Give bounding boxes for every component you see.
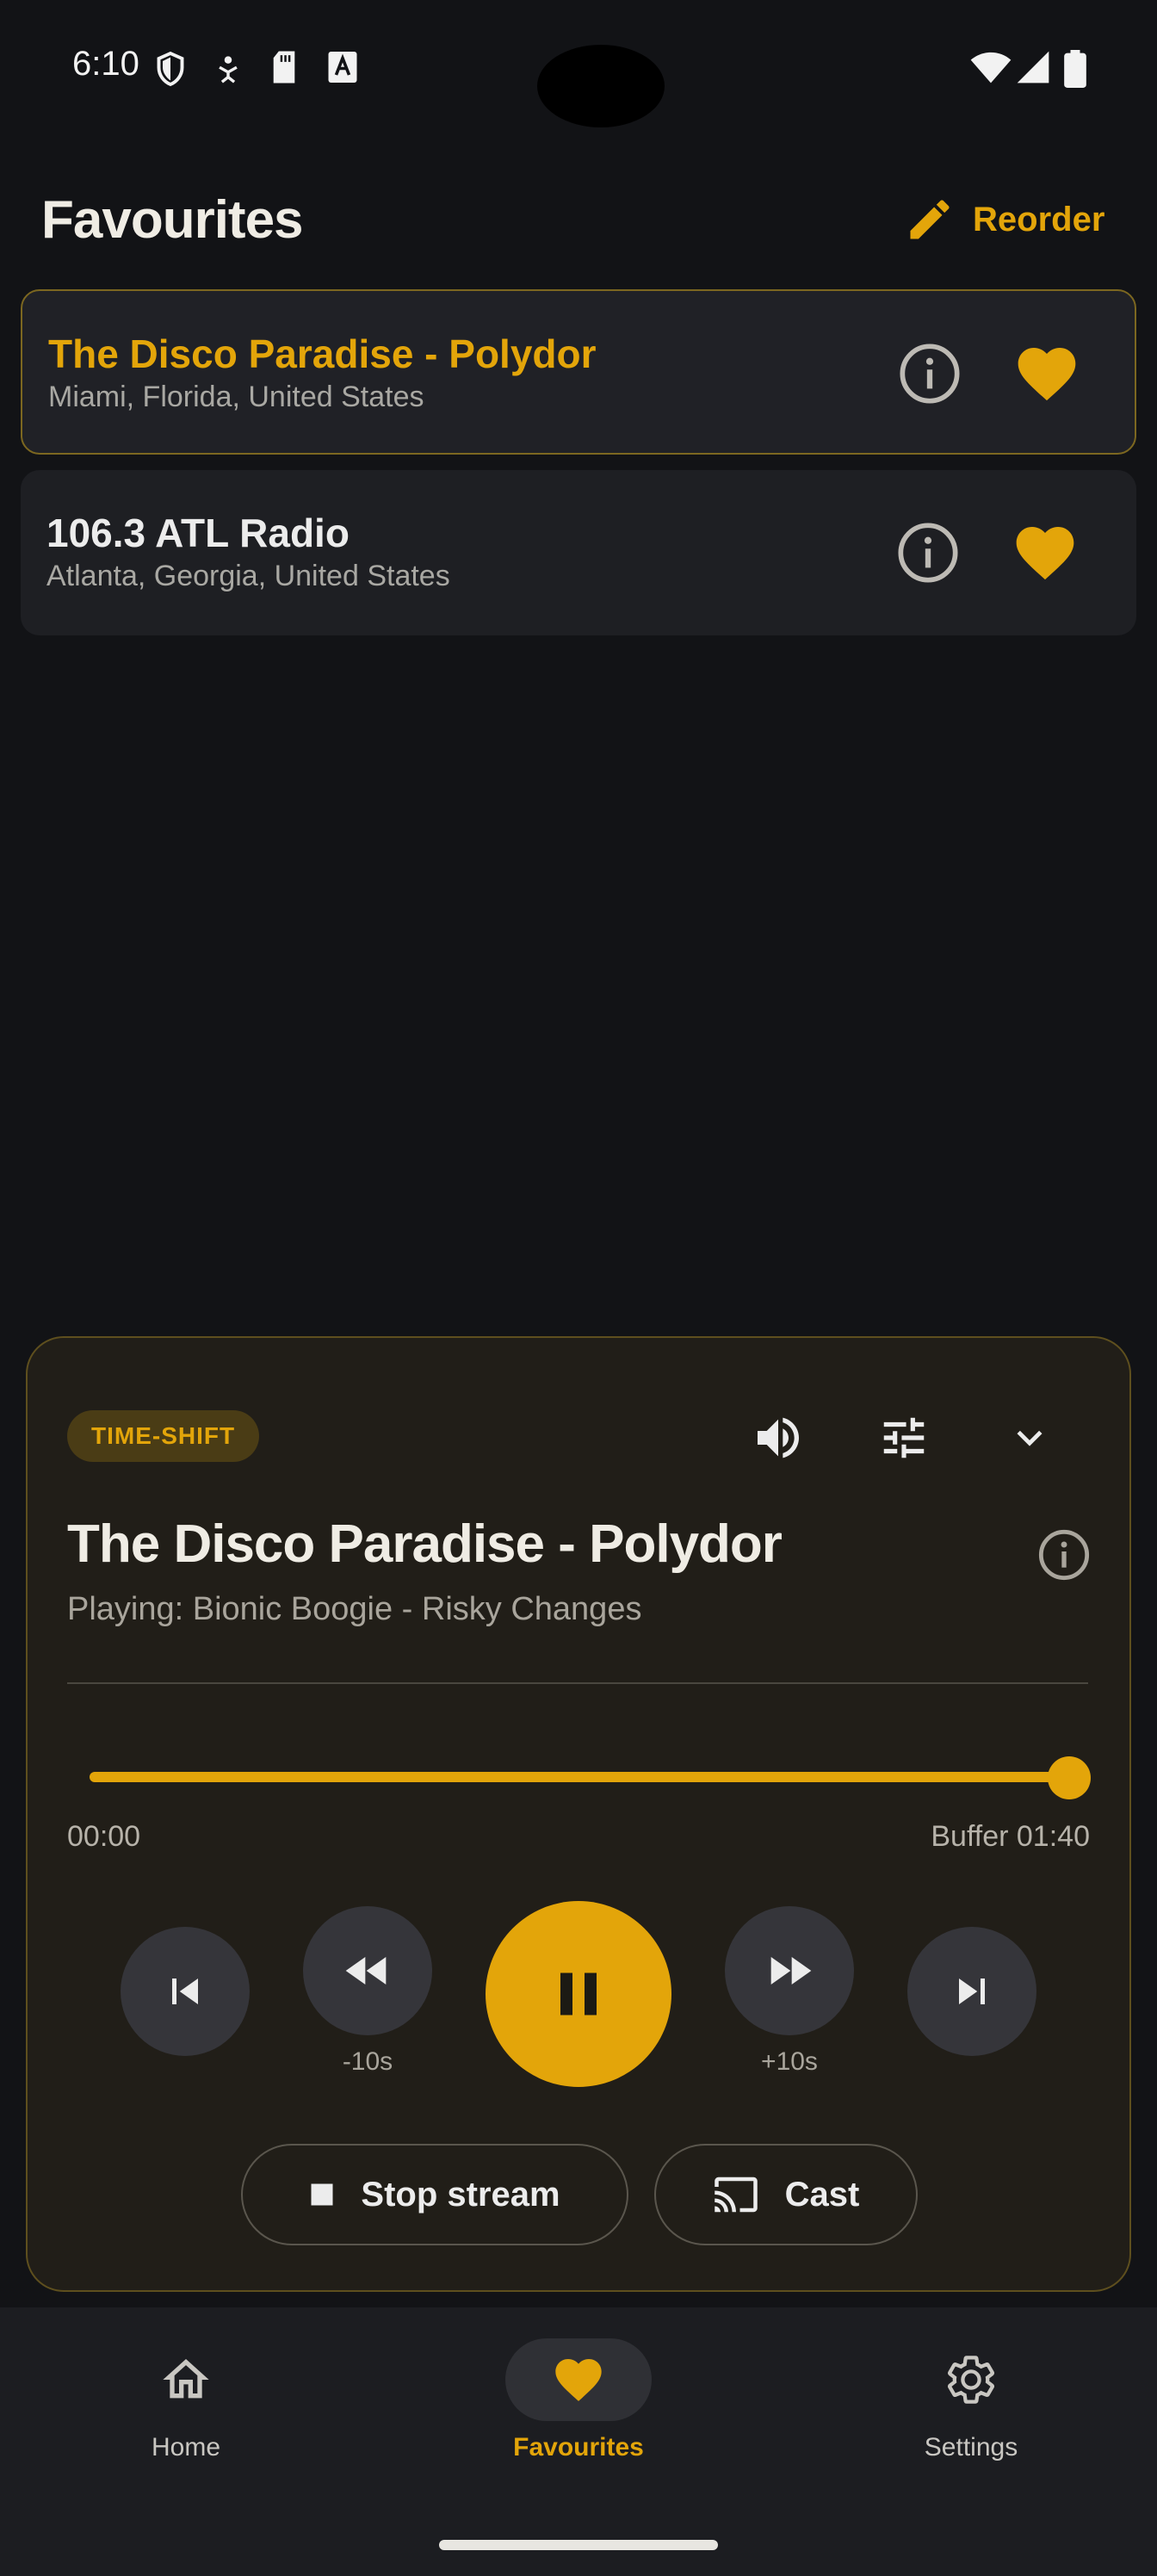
time-shift-badge: TIME-SHIFT (67, 1410, 260, 1462)
rewind-button[interactable] (303, 1906, 432, 2035)
divider (67, 1682, 1088, 1684)
seek-bar[interactable] (90, 1772, 1069, 1782)
station-name: The Disco Paradise - Polydor (48, 331, 597, 376)
a-badge-icon (328, 52, 357, 83)
nav-pill (898, 2338, 1044, 2421)
cast-label: Cast (784, 2175, 860, 2214)
bottom-navigation: Home Favourites Settings (0, 2307, 1157, 2576)
nav-item-favourites[interactable]: Favourites (449, 2338, 708, 2462)
stop-stream-button[interactable]: Stop stream (241, 2144, 628, 2245)
player-panel: TIME-SHIFT The Disco Paradise - Polydor … (26, 1336, 1131, 2292)
forward-button[interactable] (725, 1906, 854, 2035)
signal-icon (1017, 51, 1049, 84)
player-station-title: The Disco Paradise - Polydor (67, 1514, 783, 1574)
seek-thumb[interactable] (1048, 1756, 1091, 1799)
reorder-button[interactable]: Reorder (904, 189, 1104, 250)
stop-icon (311, 2183, 333, 2206)
heart-icon (555, 2359, 602, 2401)
page-title: Favourites (41, 190, 304, 250)
station-card[interactable]: The Disco Paradise - Polydor Miami, Flor… (21, 289, 1136, 455)
cast-button[interactable]: Cast (654, 2144, 918, 2245)
nav-item-home[interactable]: Home (57, 2338, 315, 2462)
status-time: 6:10 (72, 45, 139, 83)
next-button[interactable] (907, 1927, 1036, 2056)
skip-next-icon (959, 1978, 985, 2004)
pause-button[interactable] (486, 1901, 671, 2087)
nav-pill (113, 2338, 259, 2421)
equalizer-icon (883, 1417, 925, 1458)
equalizer-button[interactable] (869, 1403, 938, 1472)
reorder-label: Reorder (973, 200, 1105, 238)
rewind-icon (345, 1957, 387, 1985)
chevron-down-icon (1017, 1430, 1043, 1446)
battery-icon (1064, 50, 1086, 88)
heart-icon[interactable] (1011, 518, 1080, 587)
nav-label-favourites: Favourites (513, 2433, 644, 2461)
info-icon[interactable] (895, 520, 961, 585)
home-indicator[interactable] (439, 2540, 718, 2550)
now-playing-text: Playing: Bionic Boogie - Risky Changes (67, 1591, 642, 1627)
shield-icon (157, 51, 184, 87)
fast-forward-icon (770, 1957, 812, 1985)
nav-label-home: Home (151, 2433, 221, 2461)
stop-stream-label: Stop stream (361, 2175, 560, 2214)
volume-button[interactable] (744, 1403, 813, 1472)
rewind-label: -10s (342, 2047, 393, 2076)
gear-icon (947, 2356, 995, 2404)
accessibility-icon (219, 56, 238, 84)
station-card[interactable]: 106.3 ATL Radio Atlanta, Georgia, United… (21, 470, 1136, 635)
wifi-icon (970, 52, 1012, 84)
nav-label-settings: Settings (924, 2433, 1018, 2461)
pause-icon (560, 1972, 597, 2016)
station-name: 106.3 ATL Radio (46, 511, 350, 555)
station-location: Miami, Florida, United States (48, 381, 424, 413)
sd-card-icon (273, 51, 295, 84)
previous-button[interactable] (121, 1927, 250, 2056)
nav-item-settings[interactable]: Settings (842, 2338, 1100, 2462)
home-icon (163, 2359, 209, 2399)
forward-label: +10s (761, 2047, 818, 2076)
front-camera (537, 45, 665, 127)
collapse-button[interactable] (995, 1403, 1064, 1472)
status-bar: 6:10 (0, 0, 1157, 138)
volume-icon (758, 1417, 799, 1458)
nav-pill (505, 2338, 652, 2421)
pencil-icon (910, 200, 950, 239)
skip-previous-icon (172, 1978, 198, 2004)
heart-icon[interactable] (1012, 339, 1081, 408)
cast-icon (714, 2177, 758, 2213)
info-icon[interactable] (1036, 1527, 1092, 1582)
buffer-time: Buffer 01:40 (931, 1820, 1090, 1853)
info-icon[interactable] (897, 341, 962, 406)
position-time: 00:00 (67, 1820, 141, 1853)
station-location: Atlanta, Georgia, United States (46, 560, 450, 592)
